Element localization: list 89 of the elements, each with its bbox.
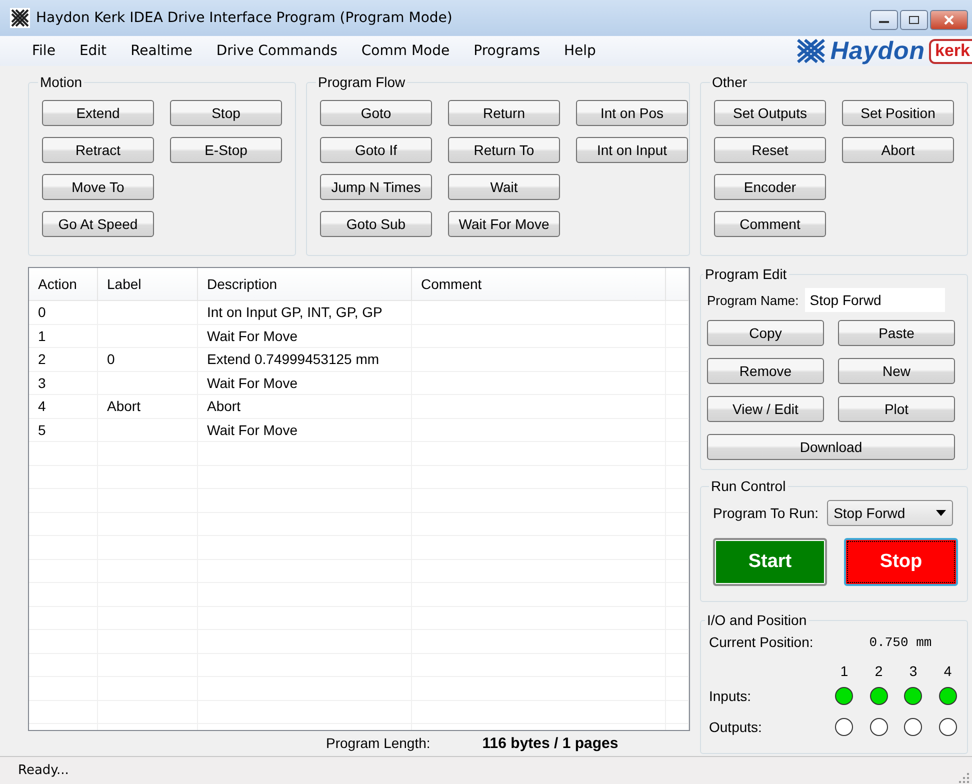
command-button[interactable]: Stop	[170, 100, 282, 126]
program-name-label: Program Name:	[707, 292, 799, 308]
current-position-value: 0.750 mm	[869, 634, 932, 650]
table-cell: Abort	[98, 395, 198, 418]
group-title: I/O and Position	[706, 612, 808, 628]
outputs-label: Outputs:	[709, 718, 763, 734]
table-cell: Wait For Move	[198, 324, 412, 347]
command-button[interactable]: Goto If	[320, 137, 432, 163]
edit-button[interactable]: Copy	[707, 320, 824, 346]
program-length-label: Program Length:	[326, 735, 430, 751]
table-cell: 0	[29, 301, 98, 324]
channel-number: 3	[908, 663, 918, 679]
channel-number: 1	[839, 663, 850, 679]
program-length-value: 116 bytes / 1 pages	[482, 734, 618, 752]
table-cell: 5	[29, 418, 98, 441]
command-button[interactable]: Return To	[448, 137, 560, 163]
command-button[interactable]: Goto Sub	[320, 211, 432, 237]
channel-number: 2	[874, 663, 884, 679]
command-button[interactable]: Set Outputs	[714, 100, 826, 126]
table-cell: 4	[29, 395, 98, 418]
menu-item[interactable]: Drive Commands	[204, 39, 350, 63]
maximize-button[interactable]	[900, 10, 928, 30]
menu-item[interactable]: Help	[552, 39, 608, 63]
menu-item[interactable]: Realtime	[118, 39, 204, 63]
command-button[interactable]: Retract	[42, 137, 154, 163]
menu-item[interactable]: File	[20, 39, 68, 63]
table-cell: Wait For Move	[198, 372, 412, 394]
group-title: Program Flow	[317, 74, 406, 90]
minimize-button[interactable]	[870, 10, 898, 30]
start-button[interactable]: Start	[713, 538, 827, 586]
status-text: Ready...	[18, 763, 69, 778]
command-button[interactable]: Abort	[842, 137, 954, 163]
menu-item[interactable]: Programs	[462, 39, 552, 63]
edit-button[interactable]: Download	[707, 434, 955, 460]
app-icon	[10, 8, 30, 28]
program-dropdown[interactable]: Stop Forwd	[826, 500, 953, 526]
column-header[interactable]: Action	[29, 268, 98, 300]
group-title: Motion	[39, 74, 84, 90]
maximize-icon	[908, 15, 920, 25]
resize-grip-icon	[958, 772, 970, 784]
column-header[interactable]: Comment	[412, 268, 666, 300]
command-button[interactable]: Goto	[320, 100, 432, 126]
menu-item[interactable]: Edit	[67, 39, 119, 63]
group-title: Other	[711, 74, 748, 90]
edit-button[interactable]: View / Edit	[707, 396, 824, 422]
table-cell: 0	[98, 348, 198, 370]
table-cell: Int on Input GP, INT, GP, GP	[198, 301, 412, 324]
command-button[interactable]: Wait	[448, 174, 560, 200]
column-header[interactable]: Label	[98, 268, 198, 300]
table-cell: 1	[29, 324, 98, 347]
caret-icon	[936, 510, 946, 516]
command-button[interactable]: Extend	[42, 100, 154, 126]
command-button[interactable]: Set Position	[842, 100, 954, 126]
edit-button[interactable]: Paste	[838, 320, 955, 346]
group-title: Program Edit	[704, 266, 788, 282]
program-name-field[interactable]: Stop Forwd	[804, 288, 945, 312]
command-button[interactable]: Reset	[714, 137, 826, 163]
inputs-label: Inputs:	[709, 688, 752, 704]
table-cell: Extend 0.74999453125 mm	[198, 348, 412, 370]
command-button[interactable]: Int on Input	[576, 137, 688, 163]
edit-button[interactable]: Remove	[707, 358, 824, 384]
group-title: Run Control	[710, 478, 787, 494]
close-button[interactable]	[930, 10, 968, 30]
menu-item[interactable]: Comm Mode	[349, 39, 462, 63]
close-icon	[943, 15, 955, 25]
command-button[interactable]: Comment	[714, 211, 826, 237]
program-to-run-label: Program To Run:	[713, 505, 819, 521]
table-cell: Wait For Move	[198, 418, 412, 441]
column-header[interactable]: Description	[198, 268, 412, 300]
command-button[interactable]: Return	[448, 100, 560, 126]
logo-icon	[796, 38, 826, 64]
table-cell: Abort	[198, 395, 412, 418]
command-button[interactable]: Move To	[42, 174, 154, 200]
command-button[interactable]: Encoder	[714, 174, 826, 200]
command-button[interactable]: E-Stop	[170, 137, 282, 163]
stop-button[interactable]: Stop	[844, 538, 958, 586]
edit-button[interactable]: Plot	[838, 396, 955, 422]
current-position-label: Current Position:	[709, 634, 814, 650]
command-button[interactable]: Go At Speed	[42, 211, 154, 237]
table-cell: 3	[29, 372, 98, 394]
channel-number: 4	[942, 663, 953, 679]
command-button[interactable]: Wait For Move	[448, 211, 560, 237]
brand-name: Haydon	[830, 36, 926, 66]
command-button[interactable]: Jump N Times	[320, 174, 432, 200]
edit-button[interactable]: New	[838, 358, 955, 384]
window-title: Haydon Kerk IDEA Drive Interface Program (Program Mode)	[36, 10, 454, 26]
command-button[interactable]: Int on Pos	[576, 100, 688, 126]
brand-badge: kerk	[929, 38, 972, 64]
table-cell: 2	[29, 348, 98, 370]
